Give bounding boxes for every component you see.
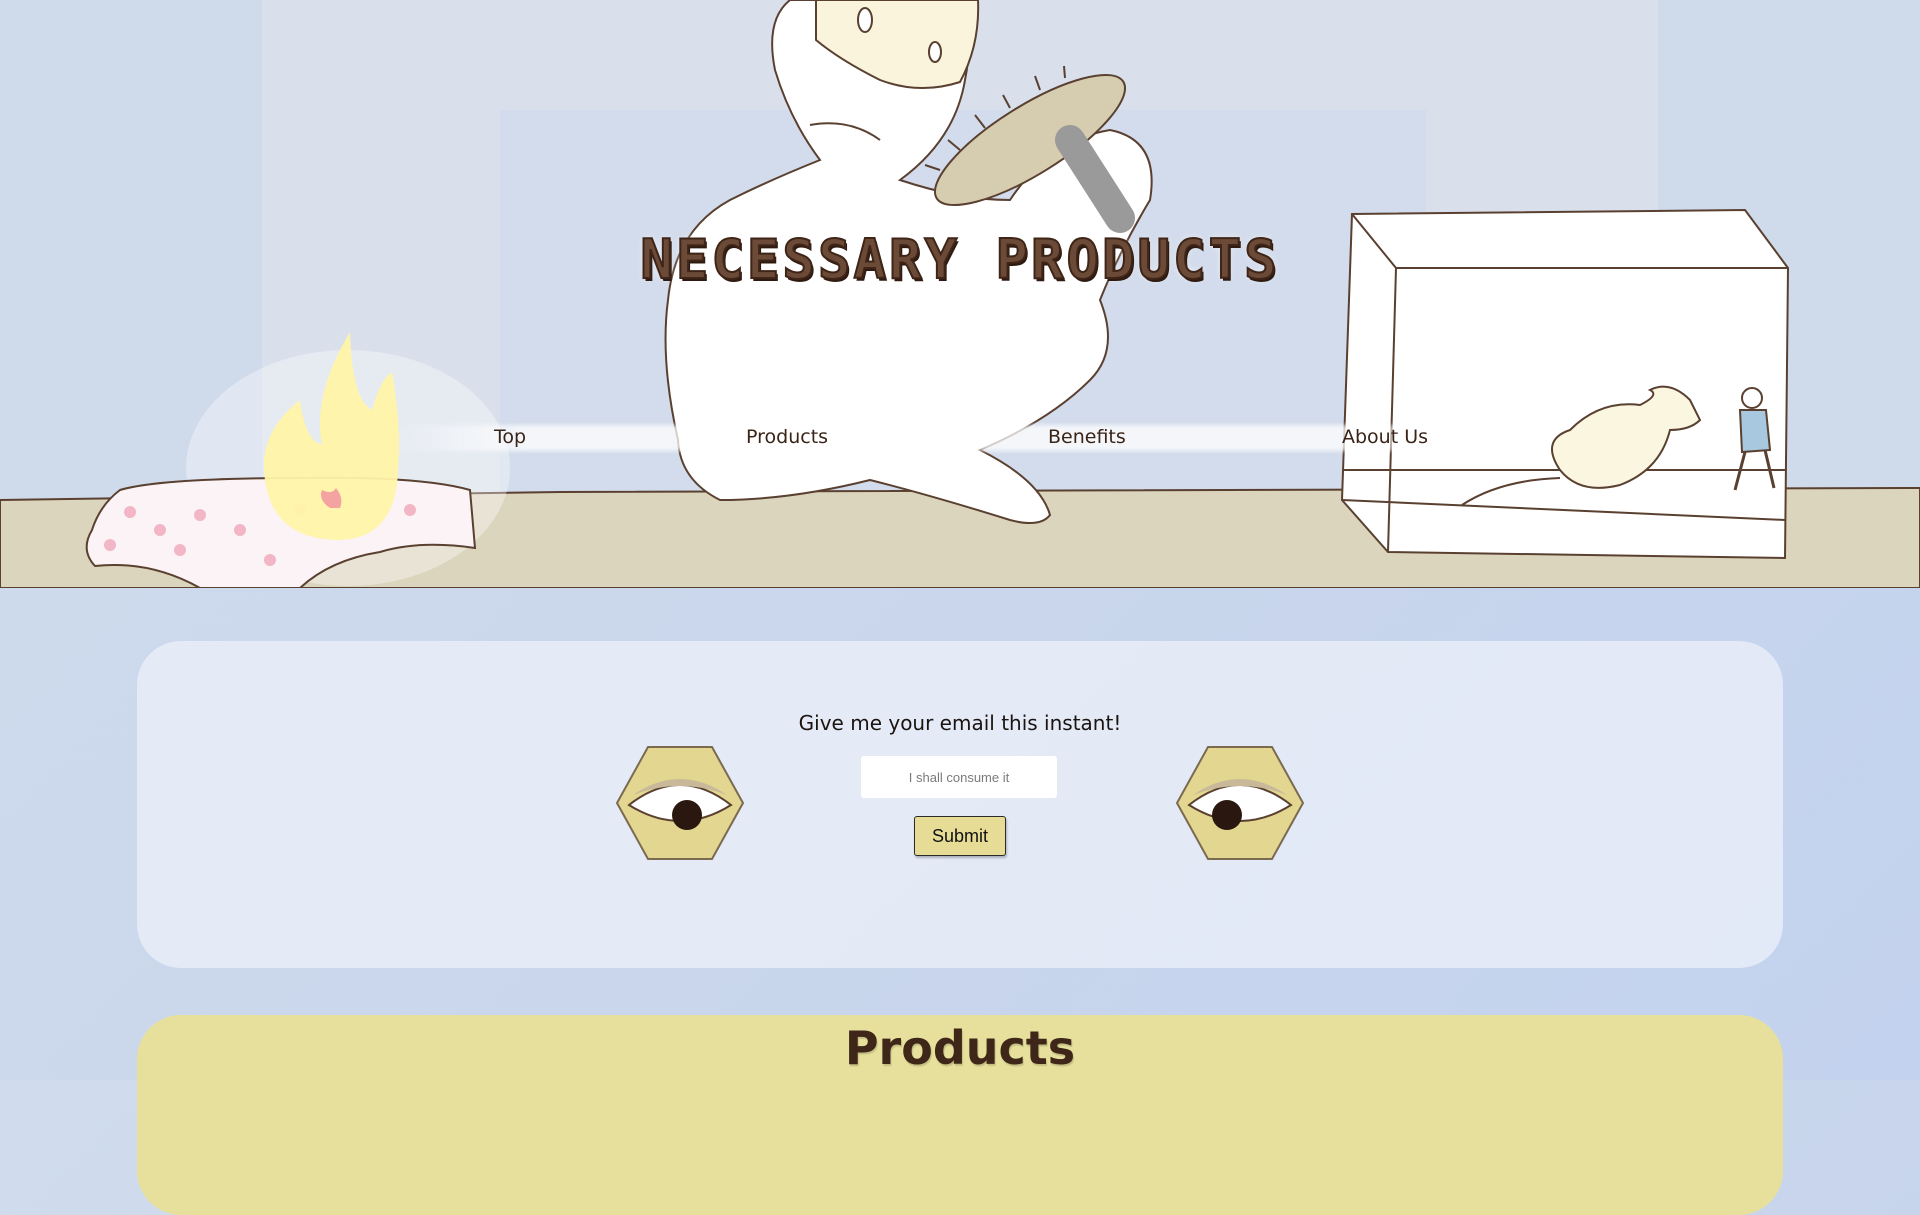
main-nav: Top Products Benefits About Us bbox=[0, 420, 1920, 456]
hero-banner: NECESSARY PRODUCTS Top Products Benefits… bbox=[0, 0, 1920, 588]
nav-link-top[interactable]: Top bbox=[494, 426, 526, 448]
products-section: Products bbox=[137, 1015, 1783, 1215]
hero-illustration bbox=[0, 0, 1920, 588]
nav-link-products[interactable]: Products bbox=[746, 426, 828, 448]
nav-link-about-us[interactable]: About Us bbox=[1342, 426, 1428, 448]
eye-hexagon-icon bbox=[615, 746, 745, 860]
signup-title: Give me your email this instant! bbox=[798, 711, 1122, 735]
submit-button[interactable]: Submit bbox=[914, 816, 1006, 856]
eye-hexagon-icon bbox=[1175, 746, 1305, 860]
nav-highlight-band bbox=[390, 425, 1490, 451]
nav-link-benefits[interactable]: Benefits bbox=[1048, 426, 1126, 448]
products-heading: Products bbox=[844, 1021, 1076, 1075]
email-field[interactable] bbox=[861, 756, 1057, 798]
email-signup-panel: Give me your email this instant! Submit bbox=[137, 641, 1783, 968]
site-title: NECESSARY PRODUCTS bbox=[639, 227, 1280, 292]
